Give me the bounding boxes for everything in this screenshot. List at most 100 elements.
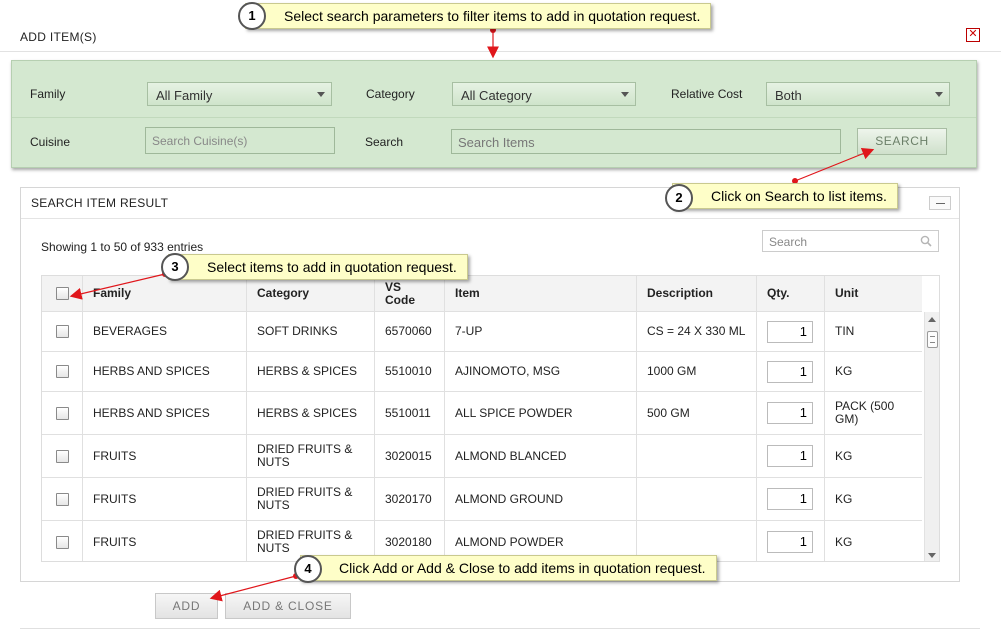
cell-description: 500 GM <box>637 392 757 434</box>
cell-description-text: 1000 GM <box>647 364 697 378</box>
col-category[interactable]: Category <box>247 276 375 311</box>
cuisine-input[interactable]: Search Cuisine(s) <box>145 127 335 154</box>
qty-input[interactable]: 1 <box>767 445 813 467</box>
cell-family-text: FRUITS <box>93 534 137 549</box>
select-all-checkbox[interactable] <box>55 287 69 300</box>
cell-unit: KG <box>825 352 922 391</box>
category-select[interactable]: All Category <box>452 82 636 106</box>
cell-vs-code-text: 3020180 <box>385 534 432 549</box>
scroll-up-icon[interactable] <box>928 317 936 322</box>
result-title: SEARCH ITEM RESULT <box>31 196 169 210</box>
table-row[interactable]: FRUITS DRIED FRUITS & NUTS 3020015 ALMOND B… <box>42 435 922 478</box>
category-label: Category <box>366 87 415 101</box>
cell-family-text: HERBS AND SPICES <box>93 364 210 378</box>
qty-input[interactable]: 1 <box>767 488 813 510</box>
cell-item-text: ALL SPICE POWDER <box>455 405 573 420</box>
cell-category-text: SOFT DRINKS <box>257 324 338 338</box>
row-checkbox[interactable] <box>55 449 69 463</box>
cell-vs-code: 3020170 <box>375 478 445 520</box>
relative-cost-select-value: Both <box>775 88 802 103</box>
cell-vs-code: 5510010 <box>375 352 445 391</box>
add-close-button[interactable]: ADD & CLOSE <box>225 593 351 619</box>
qty-input[interactable]: 1 <box>767 402 813 424</box>
relative-cost-label: Relative Cost <box>671 87 743 101</box>
cell-category: SOFT DRINKS <box>247 312 375 351</box>
table-row[interactable]: FRUITS DRIED FRUITS & NUTS 3020170 ALMOND G… <box>42 478 922 521</box>
chevron-down-icon <box>935 92 943 97</box>
cell-unit: KG <box>825 435 922 477</box>
col-description[interactable]: Description <box>637 276 757 311</box>
qty-input[interactable]: 1 <box>767 320 813 343</box>
cell-category: HERBS & SPICES <box>247 352 375 391</box>
table-scrollbar[interactable] <box>924 312 939 561</box>
cell-item: ALMOND BLANCED <box>445 435 637 477</box>
search-result-panel: SEARCH ITEM RESULT Showing 1 to 50 of 93… <box>20 187 960 582</box>
table-header-row: Family Category VS Code Item Description… <box>42 276 922 312</box>
table-row[interactable]: HERBS AND SPICES HERBS & SPICES 5510010 AJI… <box>42 352 922 392</box>
qty-input[interactable]: 1 <box>767 360 813 383</box>
table-row[interactable]: HERBS AND SPICES HERBS & SPICES 5510011 ALL… <box>42 392 922 435</box>
cell-unit: TIN <box>825 312 922 351</box>
callout-1: Select search parameters to filter items… <box>245 3 712 29</box>
cell-vs-code-text: 6570060 <box>385 324 432 338</box>
cell-description-text: CS = 24 X 330 ML <box>647 324 746 338</box>
cell-qty: 1 <box>757 435 825 477</box>
select-all-cell <box>42 276 83 311</box>
cell-family-text: BEVERAGES <box>93 324 168 338</box>
cell-qty: 1 <box>757 312 825 351</box>
cuisine-label: Cuisine <box>30 135 71 149</box>
result-header-divider <box>21 218 959 219</box>
cell-vs-code: 6570060 <box>375 312 445 351</box>
col-family[interactable]: Family <box>83 276 247 311</box>
cell-unit-text: KG <box>835 364 853 378</box>
row-checkbox[interactable] <box>55 535 69 549</box>
cell-family-text: FRUITS <box>93 491 137 506</box>
scroll-thumb[interactable] <box>927 331 938 348</box>
col-item[interactable]: Item <box>445 276 637 311</box>
cell-family-text: FRUITS <box>93 448 137 463</box>
relative-cost-select[interactable]: Both <box>766 82 950 106</box>
row-checkbox[interactable] <box>55 492 69 506</box>
cell-description: 1000 GM <box>637 352 757 391</box>
table-search-input[interactable]: Search <box>762 230 939 252</box>
search-input[interactable]: Search Items <box>451 129 841 154</box>
cell-unit-text: PACK (500 GM) <box>835 399 895 426</box>
col-unit[interactable]: Unit <box>825 276 922 311</box>
row-checkbox[interactable] <box>55 325 69 338</box>
close-icon[interactable]: ✕ <box>966 28 980 42</box>
cell-category-text: DRIED FRUITS & NUTS <box>257 485 353 512</box>
col-vs-code[interactable]: VS Code <box>375 276 445 311</box>
cell-item-text: ALMOND BLANCED <box>455 448 567 463</box>
cell-unit-text: TIN <box>835 324 855 338</box>
cell-family: HERBS AND SPICES <box>83 392 247 434</box>
callout-1-number: 1 <box>238 2 266 30</box>
cell-family: FRUITS <box>83 478 247 520</box>
cell-unit-text: KG <box>835 491 853 506</box>
dialog-title: ADD ITEM(S) <box>20 30 97 44</box>
callout-4: Click Add or Add & Close to add items in… <box>300 555 717 581</box>
cell-description: CS = 24 X 330 ML <box>637 312 757 351</box>
callout-3-number: 3 <box>161 253 189 281</box>
add-button[interactable]: ADD <box>155 593 218 619</box>
cell-unit-text: KG <box>835 448 853 463</box>
cell-family: FRUITS <box>83 435 247 477</box>
search-button[interactable]: SEARCH <box>857 128 947 155</box>
family-select[interactable]: All Family <box>147 82 332 106</box>
row-select-cell <box>42 352 83 391</box>
col-qty[interactable]: Qty. <box>757 276 825 311</box>
callout-1-text: Select search parameters to filter items… <box>284 8 701 24</box>
cell-category: DRIED FRUITS & NUTS <box>247 435 375 477</box>
row-checkbox[interactable] <box>55 365 69 378</box>
cell-vs-code-text: 3020170 <box>385 491 432 506</box>
cell-vs-code: 3020015 <box>375 435 445 477</box>
cell-description-text: 500 GM <box>647 405 690 420</box>
row-checkbox[interactable] <box>55 406 69 420</box>
collapse-button[interactable] <box>929 196 951 210</box>
table-search-placeholder: Search <box>769 235 808 249</box>
row-select-cell <box>42 312 83 351</box>
family-select-value: All Family <box>156 88 213 103</box>
cell-family: BEVERAGES <box>83 312 247 351</box>
scroll-down-icon[interactable] <box>928 553 936 558</box>
table-row[interactable]: BEVERAGES SOFT DRINKS 6570060 7-UP CS = 24 X… <box>42 312 922 352</box>
qty-input[interactable]: 1 <box>767 531 813 553</box>
